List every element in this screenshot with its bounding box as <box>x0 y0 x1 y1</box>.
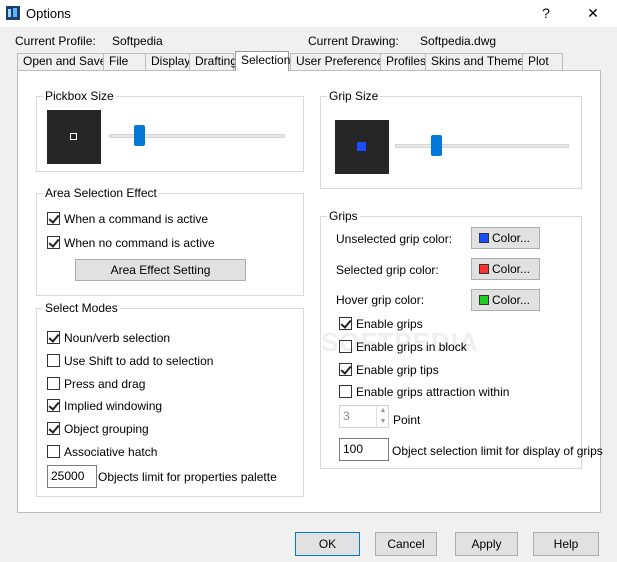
grip-selection-limit-label: Object selection limit for display of gr… <box>392 444 603 458</box>
pickbox-size-title: Pickbox Size <box>43 89 116 103</box>
select-modes-group: Select Modes Noun/verb selection Use Shi… <box>36 301 304 497</box>
option-label: Object grouping <box>64 422 149 436</box>
apply-button[interactable]: Apply <box>455 532 518 556</box>
tab-user-preferences[interactable]: User Preferences <box>290 53 389 70</box>
pickbox-slider-thumb[interactable] <box>133 125 145 146</box>
grip-size-marker <box>357 142 366 151</box>
softpedia-watermark: SOFTPEDIA <box>321 327 479 357</box>
grip-size-title: Grip Size <box>327 89 381 103</box>
pickbox-marker <box>70 133 77 140</box>
checkbox[interactable] <box>47 354 60 367</box>
grip-size-group: Grip Size <box>320 89 582 189</box>
option-label: Enable grip tips <box>356 363 439 377</box>
grip-size-slider-track[interactable] <box>395 144 569 148</box>
option-label: Use Shift to add to selection <box>64 354 214 368</box>
color-button-label: Color... <box>492 293 531 307</box>
tab-profiles[interactable]: Profiles <box>380 53 426 70</box>
grip-size-preview <box>335 120 389 174</box>
area-selection-title: Area Selection Effect <box>43 186 159 200</box>
point-label: Point <box>393 413 421 427</box>
app-icon <box>6 6 20 20</box>
point-stepper-arrows[interactable]: ▲ ▼ <box>376 405 389 428</box>
ok-button[interactable]: OK <box>295 532 360 556</box>
checkbox[interactable] <box>47 445 60 458</box>
option-label: Implied windowing <box>64 399 163 413</box>
hover-grip-color-button[interactable]: Color... <box>471 289 540 311</box>
grip-selection-limit-input[interactable]: 100 <box>339 438 389 461</box>
tab-drafting[interactable]: Drafting <box>189 53 237 70</box>
help-button[interactable]: Help <box>533 532 599 556</box>
color-chip <box>479 233 489 243</box>
objects-limit-label: Objects limit for properties palette <box>98 470 277 484</box>
unselected-grip-color-button[interactable]: Color... <box>471 227 540 249</box>
checkbox[interactable] <box>47 236 60 249</box>
tab-selection[interactable]: Selection <box>235 51 290 71</box>
checkbox[interactable] <box>47 331 60 344</box>
checkbox[interactable] <box>339 385 352 398</box>
checkbox[interactable] <box>47 212 60 225</box>
checkbox[interactable] <box>47 399 60 412</box>
area-selection-group: Area Selection Effect When a command is … <box>36 186 304 296</box>
option-label: When no command is active <box>64 236 215 250</box>
hover-grip-color-label: Hover grip color: <box>336 293 425 307</box>
pickbox-preview <box>47 110 101 164</box>
checkbox[interactable] <box>47 422 60 435</box>
color-chip <box>479 264 489 274</box>
stepper-up-icon[interactable]: ▲ <box>377 405 389 416</box>
selected-grip-color-label: Selected grip color: <box>336 263 439 277</box>
help-icon[interactable]: ? <box>528 1 564 25</box>
grip-size-slider-thumb[interactable] <box>430 135 442 156</box>
grips-title: Grips <box>327 209 360 223</box>
option-label: Press and drag <box>64 377 146 391</box>
option-label: When a command is active <box>64 212 209 226</box>
selection-panel: Pickbox Size Grip Size Area Selection Ef… <box>17 70 603 513</box>
tab-skins-and-themes[interactable]: Skins and Themes <box>425 53 530 70</box>
select-modes-title: Select Modes <box>43 301 120 315</box>
stepper-down-icon[interactable]: ▼ <box>377 416 389 427</box>
cancel-button[interactable]: Cancel <box>375 532 437 556</box>
tab-display[interactable]: Display <box>145 53 190 70</box>
tab-open-and-save[interactable]: Open and Save <box>17 53 106 70</box>
pickbox-size-group: Pickbox Size <box>36 89 304 172</box>
color-button-label: Color... <box>492 262 531 276</box>
option-label: Noun/verb selection <box>64 331 171 345</box>
objects-limit-input[interactable]: 25000 <box>47 465 97 488</box>
tab-plot[interactable]: Plot <box>522 53 563 70</box>
current-profile-value: Softpedia <box>112 34 163 48</box>
area-effect-setting-button[interactable]: Area Effect Setting <box>75 259 246 281</box>
current-drawing-value: Softpedia.dwg <box>420 34 497 48</box>
checkbox[interactable] <box>339 363 352 376</box>
option-label: Associative hatch <box>64 445 158 459</box>
checkbox[interactable] <box>47 377 60 390</box>
color-button-label: Color... <box>492 231 531 245</box>
current-drawing-label: Current Drawing: <box>308 34 399 48</box>
option-label: Enable grips attraction within <box>356 385 510 399</box>
selected-grip-color-button[interactable]: Color... <box>471 258 540 280</box>
unselected-grip-color-label: Unselected grip color: <box>336 232 453 246</box>
current-profile-label: Current Profile: <box>15 34 96 48</box>
close-icon[interactable]: ✕ <box>570 1 616 25</box>
window-title: Options <box>26 6 71 21</box>
title-bar: Options ? ✕ <box>0 0 617 27</box>
color-chip <box>479 295 489 305</box>
tab-file[interactable]: File <box>103 53 146 70</box>
